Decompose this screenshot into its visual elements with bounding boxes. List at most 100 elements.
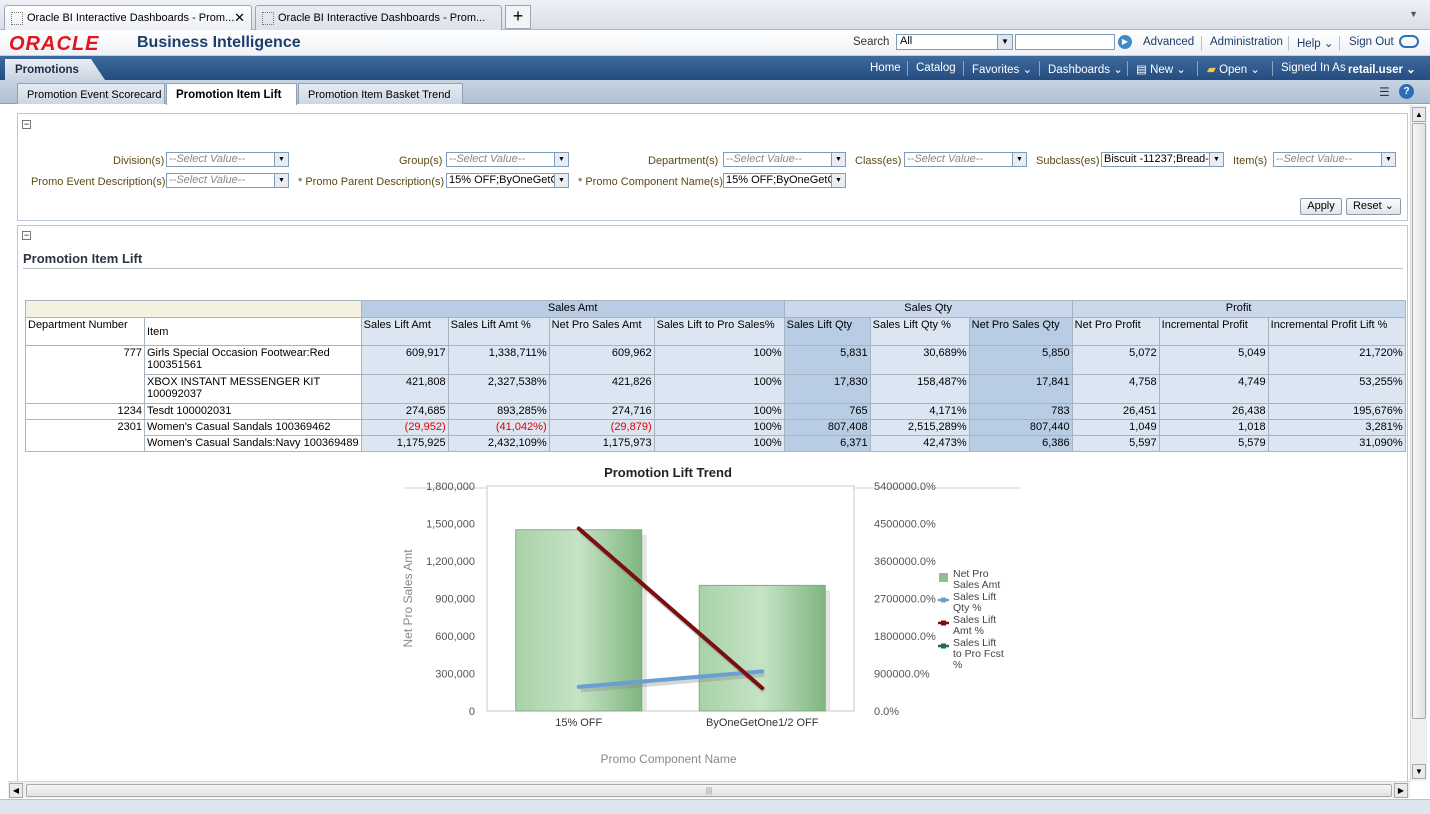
separator [1288, 36, 1289, 51]
browser-status-bar [0, 799, 1430, 814]
report-section: − Promotion Item Lift Sales Amt Sales Qt… [17, 225, 1408, 781]
y2-tick-label: 3600000.0% [874, 556, 936, 568]
user-name: retail.user [1348, 64, 1403, 76]
horizontal-scrollbar[interactable]: ◀ ||| ▶ [8, 781, 1410, 798]
tab-promotion-item-lift[interactable]: Promotion Item Lift [166, 83, 297, 105]
new-tab-button[interactable]: + [505, 5, 531, 29]
promo-event-label: Promo Event Description(s) [31, 176, 166, 188]
group-select[interactable]: --Select Value-- ▼ [446, 152, 569, 167]
legend-label: Sales Lift Amt % [953, 614, 996, 637]
reset-label: Reset [1352, 200, 1382, 212]
y-tick-label: 900,000 [435, 594, 475, 606]
subclass-select[interactable]: Biscuit -11237;Bread- ▼ [1101, 152, 1224, 167]
advanced-link[interactable]: Advanced [1143, 36, 1194, 48]
legend-label-line: % [953, 659, 962, 671]
close-tab-icon[interactable]: ✕ [234, 10, 245, 26]
x-axis-title: Promo Component Name [600, 752, 736, 766]
scroll-left-icon[interactable]: ◀ [9, 783, 23, 798]
promo-event-select[interactable]: --Select Value-- ▼ [166, 173, 289, 188]
legend-label: Net Pro Sales Amt [953, 568, 1000, 591]
page-options-icon[interactable]: ☰ [1379, 85, 1390, 99]
promo-parent-select[interactable]: 15% OFF;ByOneGetO ▼ [446, 173, 569, 188]
chevron-down-icon: ▼ [554, 153, 568, 166]
sign-out-link[interactable]: Sign Out [1349, 36, 1394, 48]
search-scope-select[interactable]: All ▼ [896, 34, 1013, 50]
chevron-down-icon: ▼ [831, 153, 845, 166]
home-link[interactable]: Home [870, 62, 901, 74]
chevron-down-icon: ▼ [997, 35, 1012, 49]
apply-button[interactable]: Apply [1300, 198, 1342, 215]
y2-tick-label: 1800000.0% [874, 631, 936, 643]
scroll-thumb[interactable] [1412, 123, 1426, 719]
browser-tab-strip: Oracle BI Interactive Dashboards - Prom.… [0, 0, 1430, 30]
promo-component-select[interactable]: 15% OFF;ByOneGetO ▼ [723, 173, 846, 188]
scroll-down-icon[interactable]: ▼ [1412, 764, 1426, 779]
division-select[interactable]: --Select Value-- ▼ [166, 152, 289, 167]
messages-icon[interactable] [1399, 35, 1419, 48]
reset-button[interactable]: Reset ⌄ [1346, 198, 1401, 215]
tab-promotion-event-scorecard[interactable]: Promotion Event Scorecard [17, 83, 165, 104]
dashboards-menu[interactable]: Dashboards ⌄ [1048, 62, 1123, 76]
separator [907, 61, 908, 76]
help-menu[interactable]: Help ⌄ [1297, 36, 1334, 50]
scroll-right-icon[interactable]: ▶ [1394, 783, 1408, 798]
y-tick-label: 1,200,000 [426, 556, 475, 568]
dashboard-tab-promotions[interactable]: Promotions [5, 59, 105, 80]
tab-promotion-item-basket-trend[interactable]: Promotion Item Basket Trend [298, 83, 463, 104]
separator [963, 61, 964, 76]
subclass-label: Subclass(es) [1036, 155, 1100, 167]
oracle-logo: ORACLE [9, 33, 100, 55]
prompts-section: − Division(s) --Select Value-- ▼ Group(s)… [17, 113, 1408, 221]
dashboard-page-tabs: Promotion Event Scorecard Promotion Item… [0, 80, 1430, 105]
new-doc-icon: ▤ [1136, 64, 1147, 76]
y-tick-label: 1,800,000 [426, 481, 475, 493]
chevron-down-icon: ▼ [831, 174, 845, 187]
y-tick-label: 1,500,000 [426, 519, 475, 531]
separator [1339, 36, 1340, 51]
browser-tab-2[interactable]: Oracle BI Interactive Dashboards - Prom.… [255, 5, 502, 30]
y2-tick-label: 5400000.0% [874, 481, 936, 493]
help-icon[interactable]: ? [1399, 84, 1414, 99]
product-name: Business Intelligence [137, 34, 301, 51]
promo-parent-label: * Promo Parent Description(s) [298, 176, 445, 188]
collapse-icon[interactable]: − [22, 120, 31, 129]
x-tick-label: ByOneGetOne1/2 OFF [706, 717, 819, 729]
tab-list-chevron-icon[interactable]: ▼ [1409, 9, 1418, 19]
separator [1127, 61, 1128, 76]
favorites-menu[interactable]: Favorites ⌄ [972, 62, 1032, 76]
favorites-label: Favorites [972, 64, 1020, 76]
class-value: --Select Value-- [907, 153, 984, 165]
legend-label-line: Qty % [953, 602, 982, 614]
open-menu[interactable]: ▰ Open ⌄ [1207, 62, 1260, 76]
administration-link[interactable]: Administration [1210, 36, 1283, 48]
open-label: Open [1219, 64, 1248, 76]
chevron-down-icon: ▼ [554, 174, 568, 187]
browser-tab-1[interactable]: Oracle BI Interactive Dashboards - Prom.… [4, 5, 252, 30]
new-menu[interactable]: ▤ New ⌄ [1136, 62, 1186, 76]
search-label: Search [853, 36, 890, 48]
x-tick-label: 15% OFF [555, 717, 602, 729]
scroll-up-icon[interactable]: ▲ [1412, 107, 1426, 122]
catalog-link[interactable]: Catalog [916, 62, 956, 74]
scroll-thumb[interactable]: ||| [26, 784, 1392, 797]
chevron-down-icon: ▼ [274, 153, 288, 166]
search-input[interactable] [1015, 34, 1115, 50]
app-header: ORACLE Business Intelligence Search All ▼… [0, 30, 1430, 56]
help-label: Help [1297, 38, 1321, 50]
item-select[interactable]: --Select Value-- ▼ [1273, 152, 1396, 167]
page-icon [262, 12, 274, 25]
dashboards-label: Dashboards [1048, 64, 1111, 76]
group-label: Group(s) [399, 155, 443, 167]
legend-marker [941, 597, 946, 603]
page-icon [11, 12, 23, 25]
user-menu[interactable]: retail.user ⌄ [1348, 62, 1416, 76]
class-select[interactable]: --Select Value-- ▼ [904, 152, 1027, 167]
chevron-down-icon: ▼ [1209, 153, 1223, 166]
legend-label-line: Sales Amt [953, 579, 1000, 591]
division-value: --Select Value-- [169, 153, 246, 165]
vertical-scrollbar[interactable]: ▲ ▼ [1410, 105, 1427, 781]
folder-icon: ▰ [1207, 64, 1216, 76]
department-select[interactable]: --Select Value-- ▼ [723, 152, 846, 167]
search-go-icon[interactable]: ▶ [1118, 35, 1132, 49]
separator [1039, 61, 1040, 76]
